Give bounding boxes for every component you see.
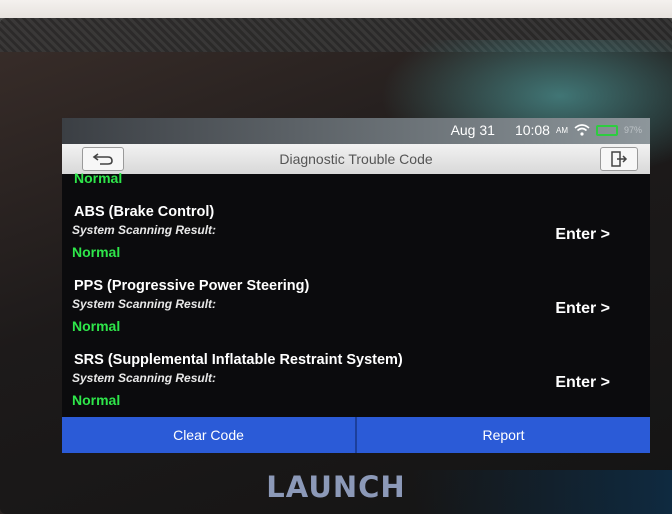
status-bar: Aug 31 10:08 AM 97% <box>62 118 650 144</box>
clear-code-button[interactable]: Clear Code <box>62 417 355 453</box>
action-bar: Clear Code Report <box>62 417 650 453</box>
battery-icon <box>595 124 618 136</box>
status-time: 10:08 <box>514 122 550 138</box>
status-date: Aug 31 <box>450 122 495 138</box>
status-ampm: AM <box>555 125 568 135</box>
page-title: Diagnostic Trouble Code <box>279 151 433 167</box>
enter-button[interactable]: Enter > <box>555 300 610 318</box>
list-item: PPS (Progressive Power Steering) System … <box>62 278 650 352</box>
status-right: Aug 31 10:08 AM 97% <box>451 122 642 138</box>
scan-result-label: System Scanning Result: <box>72 297 217 311</box>
enter-button[interactable]: Enter > <box>555 226 610 244</box>
scan-result-label: System Scanning Result: <box>72 223 217 237</box>
wifi-icon <box>574 124 590 136</box>
exit-icon <box>611 151 628 167</box>
scan-result-label: System Scanning Result: <box>72 371 217 385</box>
exit-button[interactable] <box>600 147 638 171</box>
enter-button[interactable]: Enter > <box>555 374 610 392</box>
scan-result-value: Normal <box>72 244 121 260</box>
system-title: SRS (Supplemental Inflatable Restraint S… <box>74 352 403 368</box>
list-item: SRS (Supplemental Inflatable Restraint S… <box>62 352 650 426</box>
system-list: Normal ABS (Brake Control) System Scanni… <box>62 170 650 417</box>
battery-percent: 97% <box>623 125 642 135</box>
system-title: PPS (Progressive Power Steering) <box>74 278 310 294</box>
system-title: ABS (Brake Control) <box>74 204 215 220</box>
device-screen: Aug 31 10:08 AM 97% Diagnostic Trouble C… <box>62 118 650 453</box>
scan-result-value: Normal <box>72 392 121 408</box>
scan-result-value: Normal <box>72 318 121 334</box>
device-brand-logo: LAUNCH <box>266 470 406 504</box>
report-button[interactable]: Report <box>357 417 650 453</box>
title-bar: Diagnostic Trouble Code <box>62 144 650 174</box>
previous-item-result: Normal <box>74 170 123 186</box>
list-item: ABS (Brake Control) System Scanning Resu… <box>62 204 650 278</box>
